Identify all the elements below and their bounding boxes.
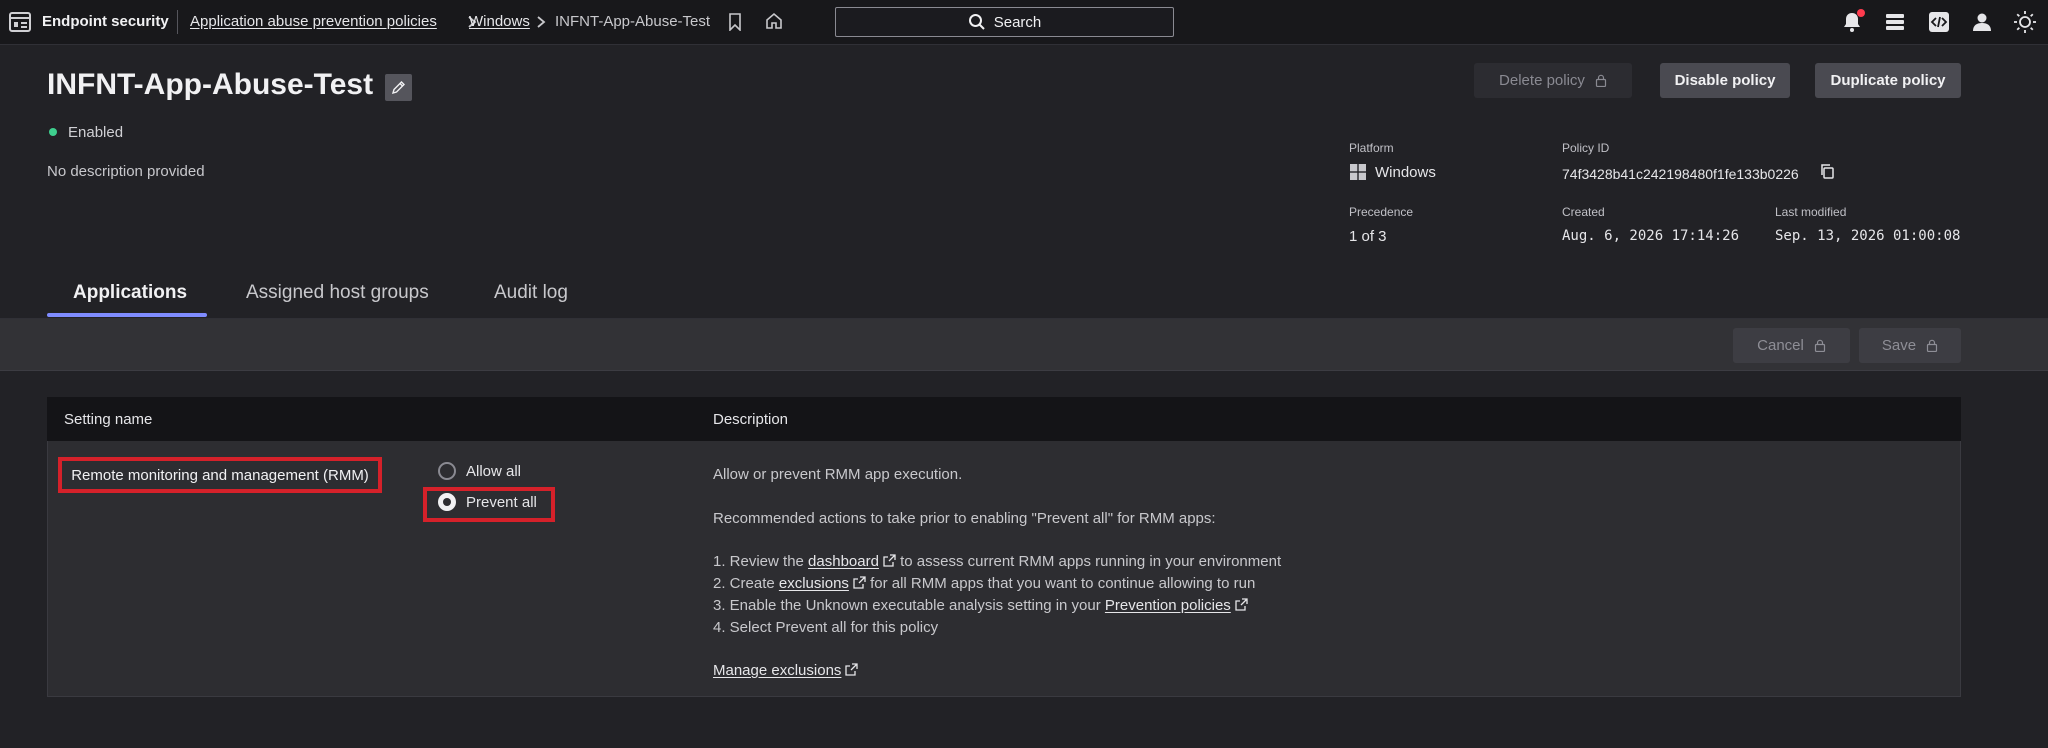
external-link-icon[interactable] — [1235, 598, 1248, 611]
status-dot — [49, 128, 57, 136]
manage-exclusions-link[interactable]: Manage exclusions — [713, 662, 841, 679]
save-button[interactable]: Save — [1859, 328, 1961, 363]
windows-logo-icon — [1350, 164, 1366, 180]
policy-description: No description provided — [47, 163, 205, 180]
step-3-prefix: 3. Enable the Unknown executable analysi… — [713, 597, 1105, 614]
search-button[interactable]: Search — [835, 7, 1174, 37]
column-header-description: Description — [713, 411, 789, 428]
description-intro: Allow or prevent RMM app execution. — [713, 466, 963, 483]
duplicate-policy-button[interactable]: Duplicate policy — [1815, 63, 1961, 98]
cancel-label: Cancel — [1757, 337, 1804, 354]
exclusions-link[interactable]: exclusions — [779, 575, 849, 592]
delete-policy-label: Delete policy — [1499, 72, 1585, 89]
prevention-policies-link[interactable]: Prevention policies — [1105, 597, 1231, 614]
setting-name-rmm: Remote monitoring and management (RMM) — [58, 457, 382, 493]
bookmark-icon[interactable] — [727, 13, 743, 31]
radio-prevent-all-label: Prevent all — [466, 493, 537, 511]
manage-exclusions: Manage exclusions — [713, 662, 859, 679]
radio-button-unchecked[interactable] — [438, 462, 456, 480]
cancel-button[interactable]: Cancel — [1733, 328, 1850, 363]
description-recommend: Recommended actions to take prior to ena… — [713, 510, 1216, 527]
platform-value: Windows — [1375, 164, 1436, 181]
created-label: Created — [1562, 205, 1605, 219]
external-link-icon[interactable] — [845, 663, 859, 676]
disable-policy-label: Disable policy — [1674, 72, 1776, 89]
user-icon[interactable] — [1970, 10, 1994, 34]
breadcrumb-current: INFNT-App-Abuse-Test — [555, 13, 711, 30]
copy-icon[interactable] — [1819, 163, 1835, 180]
step-1: 1. Review the dashboard to assess curren… — [713, 553, 1281, 570]
settings-table — [47, 397, 1961, 697]
search-icon — [968, 14, 985, 30]
save-label: Save — [1881, 337, 1917, 354]
step-3: 3. Enable the Unknown executable analysi… — [713, 597, 1248, 614]
chevron-right-icon — [537, 16, 546, 28]
search-label: Search — [993, 13, 1042, 31]
external-link-icon[interactable] — [853, 576, 866, 589]
home-icon[interactable] — [765, 12, 783, 30]
step-1-prefix: 1. Review the — [713, 553, 809, 570]
lock-icon — [1595, 74, 1607, 87]
breadcrumb-policies[interactable]: Application abuse prevention policies — [190, 13, 437, 30]
duplicate-policy-label: Duplicate policy — [1830, 72, 1946, 89]
created-value: Aug. 6, 2026 17:14:26 — [1562, 228, 1740, 244]
tab-audit-log[interactable]: Audit log — [494, 282, 568, 304]
lock-icon — [1814, 339, 1825, 352]
disable-policy-button[interactable]: Disable policy — [1660, 63, 1790, 98]
platform-label: Platform — [1349, 141, 1394, 155]
dashboard-link[interactable]: dashboard — [808, 553, 879, 570]
notification-dot — [1857, 9, 1865, 17]
theme-sun-icon[interactable] — [2013, 10, 2037, 34]
topbar-divider — [177, 10, 178, 34]
radio-button-checked[interactable] — [438, 493, 456, 511]
tab-assigned-host-groups[interactable]: Assigned host groups — [246, 282, 429, 304]
setting-name-label: Remote monitoring and management (RMM) — [71, 466, 369, 484]
delete-policy-button[interactable]: Delete policy — [1474, 63, 1632, 98]
edit-title-button[interactable] — [385, 74, 412, 101]
step-4: 4. Select Prevent all for this policy — [713, 619, 939, 636]
status-text: Enabled — [68, 124, 124, 141]
column-header-setting-name: Setting name — [64, 411, 153, 428]
precedence-value: 1 of 3 — [1349, 228, 1387, 245]
step-2: 2. Create exclusions for all RMM apps th… — [713, 575, 1255, 592]
radio-allow-all-label: Allow all — [466, 462, 522, 480]
radio-prevent-all[interactable]: Prevent all — [438, 493, 537, 511]
activity-stack-icon[interactable] — [1883, 10, 1907, 34]
page-title: INFNT-App-Abuse-Test — [47, 68, 374, 101]
step-2-prefix: 2. Create — [713, 575, 779, 592]
radio-allow-all[interactable]: Allow all — [438, 462, 521, 480]
modified-label: Last modified — [1775, 205, 1847, 219]
active-tab-indicator — [47, 313, 207, 317]
external-link-icon[interactable] — [883, 554, 896, 567]
step-1-suffix: to assess current RMM apps running in yo… — [895, 553, 1282, 570]
policy-id-value: 74f3428b41c242198480f1fe133b0226 — [1562, 166, 1799, 182]
modified-value: Sep. 13, 2026 01:00:08 — [1775, 228, 1961, 244]
breadcrumb-windows[interactable]: Windows — [469, 13, 530, 30]
pencil-icon — [391, 81, 405, 95]
endpoint-security-icon[interactable] — [9, 12, 31, 32]
code-icon[interactable] — [1927, 10, 1951, 34]
precedence-label: Precedence — [1349, 205, 1414, 219]
tab-applications[interactable]: Applications — [73, 282, 187, 304]
policy-id-label: Policy ID — [1562, 141, 1610, 155]
lock-icon — [1926, 339, 1938, 352]
step-2-suffix: for all RMM apps that you want to contin… — [865, 575, 1256, 592]
page-footer-area — [0, 697, 2048, 748]
top-bar: Endpoint security Application abuse prev… — [0, 0, 2048, 45]
app-name[interactable]: Endpoint security — [42, 13, 169, 30]
table-header — [47, 397, 1961, 441]
